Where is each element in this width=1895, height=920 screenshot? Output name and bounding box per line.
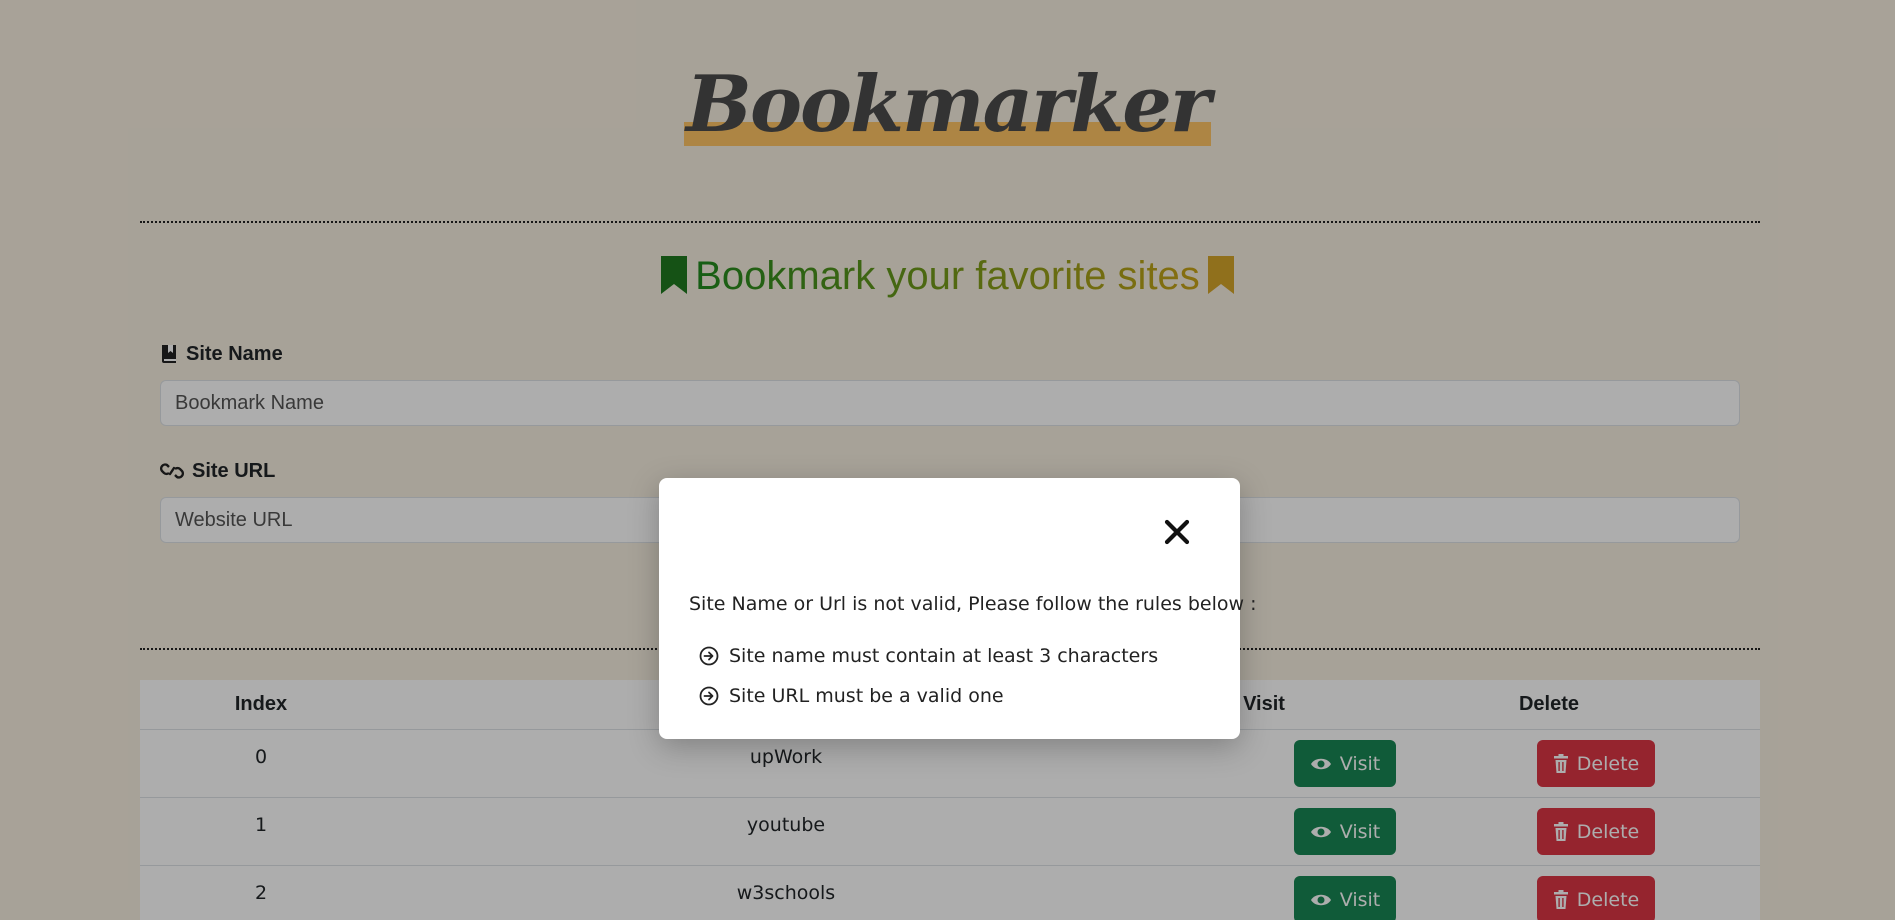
circle-arrow-right-icon: [699, 646, 719, 666]
rule-item: Site URL must be a valid one: [699, 676, 1158, 716]
rule-text: Site name must contain at least 3 charac…: [729, 645, 1159, 667]
modal-message: Site Name or Url is not valid, Please fo…: [689, 593, 1257, 615]
rule-text: Site URL must be a valid one: [729, 685, 1004, 707]
close-button[interactable]: [1161, 516, 1193, 548]
rule-item: Site name must contain at least 3 charac…: [699, 636, 1158, 676]
logo-text: Bookmarker: [686, 59, 1211, 150]
circle-arrow-right-icon: [699, 686, 719, 706]
validation-modal: Site Name or Url is not valid, Please fo…: [659, 478, 1256, 739]
close-icon: [1164, 519, 1190, 545]
rules-list: Site name must contain at least 3 charac…: [699, 636, 1158, 716]
logo: Bookmarker: [684, 60, 1211, 150]
